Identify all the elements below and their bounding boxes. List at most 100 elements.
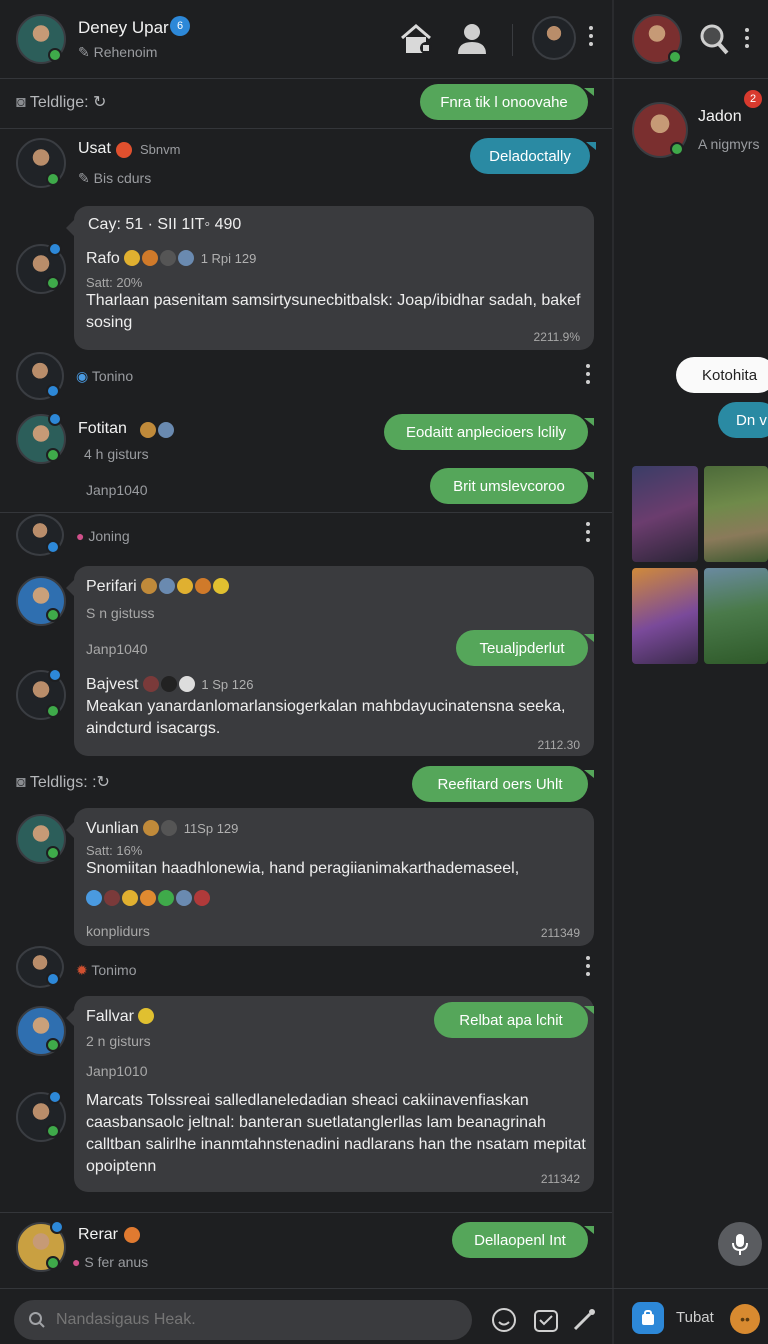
emoji-icon [140,422,156,438]
emoji-icon [142,676,159,692]
tonino1-label: ◉ Tonino [76,368,134,384]
card4-pill[interactable]: Relbat apa lchit [434,1002,594,1038]
card4-name: Fallvar [86,1006,156,1028]
card1-online-dot [46,276,60,290]
edit-icon: ✎ [78,170,94,186]
header-divider [512,24,513,56]
card2-sub: S n gistuss [86,605,155,621]
card3-dot [46,846,60,860]
card1-text: Tharlaan pasenitam samsirtysunecbitbalsk… [86,292,581,331]
emoji-icon [178,676,195,692]
emoji-icon [213,578,230,594]
sticker-icon[interactable] [532,1306,560,1334]
emoji-icon [86,890,102,906]
rerar-verified-dot [50,1220,64,1234]
header-online-dot [48,48,62,62]
home-icon[interactable] [398,22,434,56]
card2-dot-2 [46,704,60,718]
fotitan-verified-dot [48,412,62,426]
joning-label: ● Joning [76,528,130,544]
search-icon[interactable] [698,22,730,56]
card3-foot: konplidurs [86,923,150,939]
emoji-icon [177,578,194,594]
dots-icon: •• [740,1311,750,1327]
right-contact-name: Jadon [698,108,742,125]
tonino2-menu-icon[interactable] [585,956,591,976]
card3-time: 211349 [540,926,580,940]
profile-icon[interactable] [454,22,490,56]
card2-pill[interactable]: Teualjpderlut [456,630,594,666]
card1-time: 2211.9% [533,330,580,344]
usat-name: Usat [78,140,111,157]
fotitan-pill-2[interactable]: Brit umslevcoroo [430,468,594,504]
game-thumbnail-2[interactable] [704,466,768,562]
right-online-dot [668,50,682,64]
joning-menu-icon[interactable] [585,522,591,542]
tonino1-dot [46,384,60,398]
card2-text: Meakan yanardanlomarlansiogerkalan mahbd… [86,698,566,737]
rerar-sub: ● S fer anus [72,1254,149,1270]
tonino1-menu-icon[interactable] [585,364,591,384]
card4-dot-2 [46,1124,60,1138]
emoji-icon [161,820,178,836]
emoji-icon [141,578,158,594]
emoji-icon [140,890,156,906]
right-bubble-white[interactable]: Kotohita [676,357,768,393]
game-thumbnail-3[interactable] [632,568,698,664]
emoji-icon [104,890,120,906]
fotitan-online-dot [46,448,60,462]
header-contact-avatar[interactable] [532,16,576,60]
fotitan-name: Fotitan [78,420,127,437]
emoji-icon [160,676,177,692]
rerar-pill[interactable]: Dellaopenl Int [452,1222,594,1258]
tonino2-label: ✹ Tonimo [76,962,137,978]
rerar-dot [46,1256,60,1270]
usat-dot [46,172,60,186]
edit-icon: ✎ [78,44,94,60]
usat-pill[interactable]: Deladoctally [470,138,596,174]
right-contact-sub: A nigmyrs [698,136,760,152]
header-user-sub: ✎ Rehenoim [78,44,158,60]
card4-dot-1 [46,1038,60,1052]
bag-button[interactable] [632,1302,664,1334]
emoji-picker-icon[interactable] [490,1306,518,1334]
fotitan-pill[interactable]: Eodaitt anplecioers lclily [384,414,594,450]
voice-button[interactable] [718,1222,762,1266]
refresh-icon: ↻ [88,94,107,111]
game-thumbnail-4[interactable] [704,568,768,664]
emoji-icon [195,578,212,594]
header-user-name: Deney Upar [78,18,169,37]
section2-pill[interactable]: Reefitard oers Uhlt [412,766,594,802]
flame-icon: ✹ [76,962,92,978]
header-menu-icon[interactable] [588,26,594,46]
card2-name: Perifari [86,576,231,598]
right-menu-icon[interactable] [744,28,750,48]
chat-icon: ◙ [16,94,30,111]
section-label-2: ◙ Teldligs: :↻ [16,774,110,791]
panel-divider [612,0,614,1344]
card2-verified-dot [48,668,62,682]
fire-emoji-icon [116,142,132,158]
section1-pill[interactable]: Fnra tik l onoovahe [420,84,594,120]
card1-verified-dot [48,242,62,256]
usat-extra: Sbnvm [140,142,181,157]
fotitan-sub: 4 h gisturs [84,446,149,462]
search-bar[interactable] [14,1300,472,1340]
drop-icon: ◉ [76,368,92,384]
emoji-icon [143,820,160,836]
search-input[interactable] [56,1311,456,1329]
pen-icon[interactable] [570,1306,598,1334]
emoji-icon [158,422,174,438]
right-contact-badge: 2 [744,90,762,108]
section-label-1: ◙ Teldlige: ↻ [16,94,107,111]
right-bubble-teal[interactable]: Dn v [718,402,768,438]
card4-text: Marcats Tolssreai salledlaneledadian she… [86,1092,586,1175]
card2-time: 2112.30 [537,738,581,752]
more-button[interactable]: •• [730,1304,760,1334]
game-thumbnail-1[interactable] [632,466,698,562]
right-bottom-label: Tubat [676,1309,714,1326]
emoji-icon [122,890,138,906]
emoji-icon [178,250,195,266]
card4-sub: 2 n gisturs [86,1033,151,1049]
microphone-icon [732,1234,748,1255]
